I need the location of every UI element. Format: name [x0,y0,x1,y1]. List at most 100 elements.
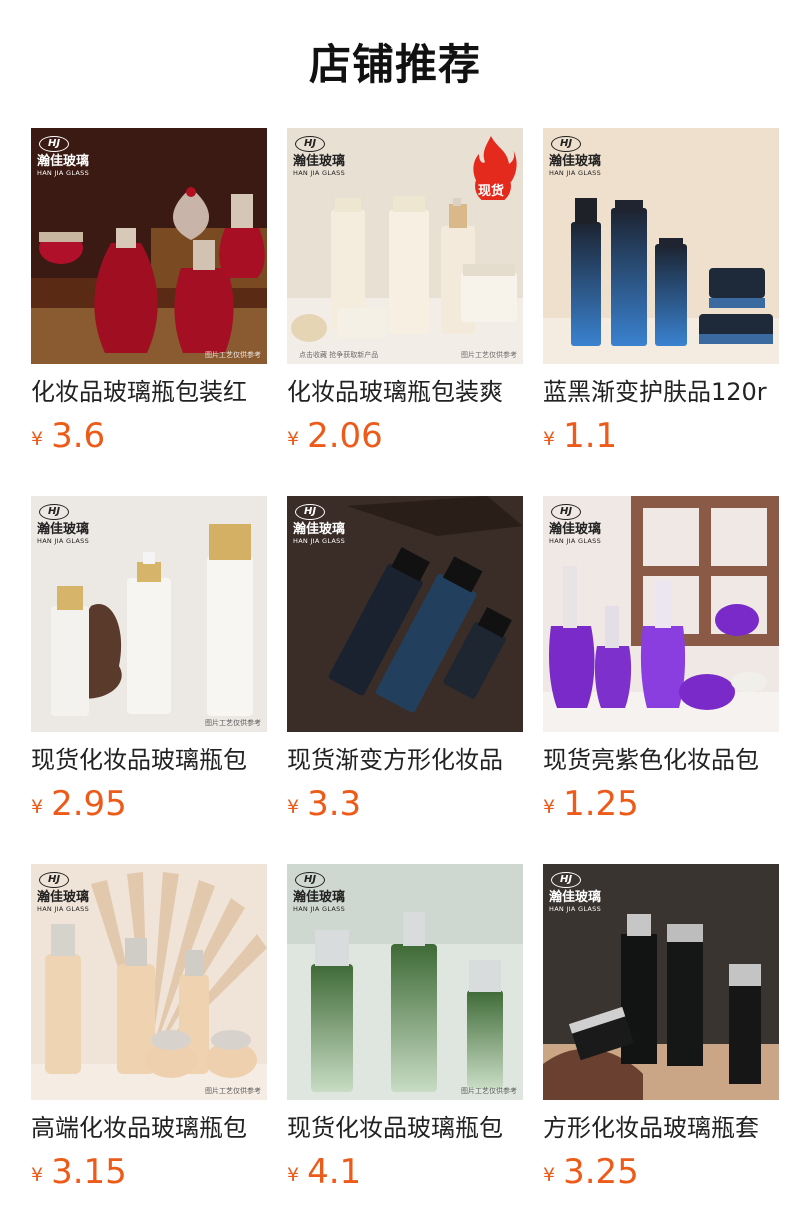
product-title[interactable]: 现货亮紫色化妆品包 [543,744,779,776]
product-title[interactable]: 高端化妆品玻璃瓶包 [31,1112,267,1144]
product-price: ¥1.25 [543,784,779,830]
price-value: 2.95 [51,784,127,824]
store-recommendations-page: 店铺推荐 HJ 瀚佳玻璃 HAN JIA GLASS 图片工艺仅供参考 化妆品玻… [0,0,790,1232]
brand-logo-mark: HJ [551,136,581,152]
brand-name: 瀚佳玻璃 [549,522,602,537]
currency-symbol: ¥ [31,428,44,450]
product-price: ¥3.15 [31,1152,267,1198]
brand-name-en: HAN JIA GLASS [37,537,90,545]
price-value: 3.25 [563,1152,639,1192]
product-card[interactable]: HJ 瀚佳玻璃 HAN JIA GLASS 现货 点击收藏 抢争获取新产品 图片… [287,128,523,496]
price-value: 1.25 [563,784,639,824]
product-card[interactable]: HJ 瀚佳玻璃 HAN JIA GLASS 图片工艺仅供参考 现货化妆品玻璃瓶包… [287,864,523,1232]
currency-symbol: ¥ [543,1164,556,1186]
brand-logo-mark: HJ [295,504,325,520]
product-card[interactable]: HJ 瀚佳玻璃 HAN JIA GLASS 图片工艺仅供参考 化妆品玻璃瓶包装红… [31,128,267,496]
currency-symbol: ¥ [31,796,44,818]
image-disclaimer: 图片工艺仅供参考 [205,1087,261,1095]
brand-logo: HJ 瀚佳玻璃 HAN JIA GLASS [37,504,89,546]
brand-logo-mark: HJ [295,872,325,888]
currency-symbol: ¥ [287,428,300,450]
brand-logo-mark: HJ [39,136,69,152]
brand-logo-mark: HJ [295,136,325,152]
brand-name-en: HAN JIA GLASS [293,537,346,545]
brand-logo: HJ 瀚佳玻璃 HAN JIA GLASS [549,504,601,546]
product-image[interactable]: HJ 瀚佳玻璃 HAN JIA GLASS [543,864,779,1100]
product-title[interactable]: 蓝黑渐变护肤品120r [543,376,779,408]
image-disclaimer: 图片工艺仅供参考 [205,719,261,727]
brand-logo: HJ 瀚佳玻璃 HAN JIA GLASS [37,872,89,914]
brand-name: 瀚佳玻璃 [293,522,346,537]
product-price: ¥1.1 [543,416,779,462]
product-card[interactable]: HJ 瀚佳玻璃 HAN JIA GLASS 图片工艺仅供参考 高端化妆品玻璃瓶包… [31,864,267,1232]
brand-logo-mark: HJ [551,872,581,888]
brand-name: 瀚佳玻璃 [37,154,90,169]
currency-symbol: ¥ [31,1164,44,1186]
brand-name: 瀚佳玻璃 [293,890,346,905]
product-image[interactable]: HJ 瀚佳玻璃 HAN JIA GLASS [543,128,779,364]
price-value: 2.06 [307,416,383,456]
product-title[interactable]: 化妆品玻璃瓶包装爽 [287,376,523,408]
product-card[interactable]: HJ 瀚佳玻璃 HAN JIA GLASS 图片工艺仅供参考 现货化妆品玻璃瓶包… [31,496,267,864]
currency-symbol: ¥ [287,796,300,818]
price-value: 3.3 [307,784,362,824]
currency-symbol: ¥ [543,428,556,450]
brand-name-en: HAN JIA GLASS [549,169,602,177]
in-stock-label: 现货 [477,184,504,199]
product-price: ¥3.25 [543,1152,779,1198]
brand-name: 瀚佳玻璃 [549,890,602,905]
product-title[interactable]: 现货渐变方形化妆品 [287,744,523,776]
currency-symbol: ¥ [287,1164,300,1186]
brand-logo: HJ 瀚佳玻璃 HAN JIA GLASS [37,136,89,178]
favorite-note: 点击收藏 抢争获取新产品 [299,351,379,359]
product-title[interactable]: 现货化妆品玻璃瓶包 [31,744,267,776]
price-value: 3.6 [51,416,106,456]
brand-name: 瀚佳玻璃 [293,154,346,169]
brand-name: 瀚佳玻璃 [37,522,90,537]
product-price: ¥3.3 [287,784,523,830]
product-image[interactable]: HJ 瀚佳玻璃 HAN JIA GLASS 图片工艺仅供参考 [287,864,523,1100]
brand-name-en: HAN JIA GLASS [549,537,602,545]
product-price: ¥4.1 [287,1152,523,1198]
brand-name-en: HAN JIA GLASS [293,905,346,913]
product-grid: HJ 瀚佳玻璃 HAN JIA GLASS 图片工艺仅供参考 化妆品玻璃瓶包装红… [31,128,779,1232]
price-value: 4.1 [307,1152,362,1192]
brand-name-en: HAN JIA GLASS [549,905,602,913]
product-image[interactable]: HJ 瀚佳玻璃 HAN JIA GLASS 图片工艺仅供参考 [31,496,267,732]
in-stock-badge: 现货 [471,134,517,200]
brand-name-en: HAN JIA GLASS [37,169,90,177]
price-value: 3.15 [51,1152,127,1192]
brand-logo-mark: HJ [39,872,69,888]
product-title[interactable]: 方形化妆品玻璃瓶套 [543,1112,779,1144]
image-disclaimer: 图片工艺仅供参考 [461,351,517,359]
product-price: ¥3.6 [31,416,267,462]
product-image[interactable]: HJ 瀚佳玻璃 HAN JIA GLASS 图片工艺仅供参考 [31,864,267,1100]
product-image[interactable]: HJ 瀚佳玻璃 HAN JIA GLASS [543,496,779,732]
brand-logo: HJ 瀚佳玻璃 HAN JIA GLASS [549,136,601,178]
product-title[interactable]: 现货化妆品玻璃瓶包 [287,1112,523,1144]
brand-logo: HJ 瀚佳玻璃 HAN JIA GLASS [293,136,345,178]
product-price: ¥2.06 [287,416,523,462]
section-title: 店铺推荐 [308,40,481,89]
currency-symbol: ¥ [543,796,556,818]
product-title[interactable]: 化妆品玻璃瓶包装红 [31,376,267,408]
brand-logo: HJ 瀚佳玻璃 HAN JIA GLASS [293,504,345,546]
product-image[interactable]: HJ 瀚佳玻璃 HAN JIA GLASS [287,496,523,732]
brand-name: 瀚佳玻璃 [549,154,602,169]
product-card[interactable]: HJ 瀚佳玻璃 HAN JIA GLASS 方形化妆品玻璃瓶套 ¥3.25 [543,864,779,1232]
product-card[interactable]: HJ 瀚佳玻璃 HAN JIA GLASS 现货亮紫色化妆品包 ¥1.25 [543,496,779,864]
product-price: ¥2.95 [31,784,267,830]
product-card[interactable]: HJ 瀚佳玻璃 HAN JIA GLASS 现货渐变方形化妆品 ¥3.3 [287,496,523,864]
image-disclaimer: 图片工艺仅供参考 [461,1087,517,1095]
brand-logo: HJ 瀚佳玻璃 HAN JIA GLASS [293,872,345,914]
image-disclaimer: 图片工艺仅供参考 [205,351,261,359]
brand-name-en: HAN JIA GLASS [37,905,90,913]
brand-logo-mark: HJ [551,504,581,520]
product-image[interactable]: HJ 瀚佳玻璃 HAN JIA GLASS 图片工艺仅供参考 [31,128,267,364]
product-card[interactable]: HJ 瀚佳玻璃 HAN JIA GLASS 蓝黑渐变护肤品120r ¥1.1 [543,128,779,496]
brand-name: 瀚佳玻璃 [37,890,90,905]
brand-logo: HJ 瀚佳玻璃 HAN JIA GLASS [549,872,601,914]
price-value: 1.1 [563,416,618,456]
product-image[interactable]: HJ 瀚佳玻璃 HAN JIA GLASS 现货 点击收藏 抢争获取新产品 图片… [287,128,523,364]
brand-logo-mark: HJ [39,504,69,520]
